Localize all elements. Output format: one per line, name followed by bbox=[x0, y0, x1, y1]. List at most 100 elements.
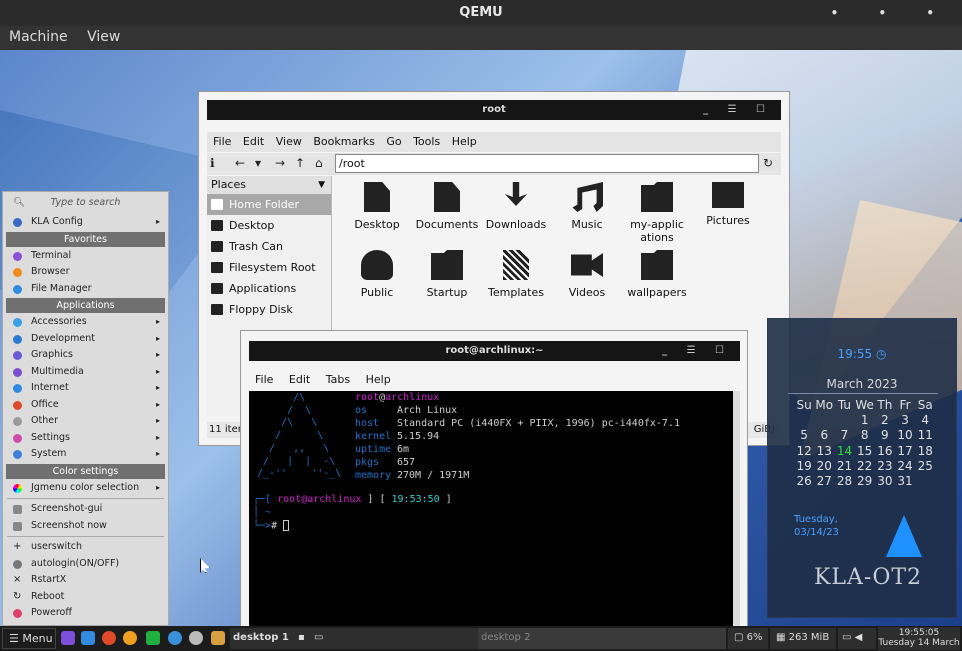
file-item[interactable]: Music bbox=[552, 182, 622, 231]
calendar-day[interactable]: 20 bbox=[814, 459, 834, 473]
menu-item-terminal[interactable]: Terminal bbox=[3, 248, 168, 265]
calendar-day[interactable]: 5 bbox=[794, 428, 814, 442]
calendar-day[interactable]: 4 bbox=[915, 413, 935, 427]
calendar-day[interactable]: 23 bbox=[875, 459, 895, 473]
terminal-output[interactable]: /\ / \ /\ \ / \ / ,, \ / | | -\ /_-'' ''… bbox=[249, 391, 733, 631]
term-menu-tabs[interactable]: Tabs bbox=[326, 373, 350, 386]
taskbar-clock[interactable]: 19:55:05 Tuesday 14 March bbox=[878, 627, 960, 650]
calendar-day[interactable]: 28 bbox=[834, 474, 854, 488]
calendar-day[interactable]: 27 bbox=[814, 474, 834, 488]
menu-item-office[interactable]: Office ▸ bbox=[3, 397, 168, 414]
file-manager-launcher-icon[interactable] bbox=[81, 631, 95, 645]
file-item[interactable]: Templates bbox=[481, 250, 551, 299]
file-item[interactable]: Public bbox=[342, 250, 412, 299]
window-controls[interactable]: • • • bbox=[831, 0, 952, 26]
calendar-day[interactable]: 17 bbox=[895, 444, 915, 458]
folder-task-icon[interactable]: ▪ bbox=[298, 632, 305, 643]
path-input[interactable]: /root bbox=[335, 154, 759, 173]
fm-menu-bookmarks[interactable]: Bookmarks bbox=[313, 135, 374, 148]
fm-menu-edit[interactable]: Edit bbox=[243, 135, 264, 148]
place-desktop[interactable]: Desktop bbox=[207, 215, 331, 236]
memory-indicator[interactable]: ▦ 263 MiB bbox=[770, 628, 836, 649]
fm-menu-tools[interactable]: Tools bbox=[413, 135, 440, 148]
menu-item-userswitch[interactable]: + userswitch bbox=[3, 539, 168, 556]
calendar-day[interactable]: 1 bbox=[855, 413, 875, 427]
calendar-day[interactable]: 10 bbox=[895, 428, 915, 442]
menu-search[interactable]: 🔍︎ Type to search bbox=[3, 192, 168, 214]
menu-item-autologin[interactable]: autologin(ON/OFF) bbox=[3, 556, 168, 573]
menu-item-reboot[interactable]: ↻ Reboot bbox=[3, 589, 168, 606]
fm-menu-go[interactable]: Go bbox=[386, 135, 401, 148]
archive-launcher-icon[interactable] bbox=[211, 631, 225, 645]
cpu-indicator[interactable]: ▢ 6% bbox=[728, 628, 768, 649]
calendar-day[interactable]: 11 bbox=[915, 428, 935, 442]
menu-item-browser[interactable]: Browser bbox=[3, 264, 168, 281]
calendar-day[interactable]: 12 bbox=[794, 444, 814, 458]
file-item[interactable]: Videos bbox=[552, 250, 622, 299]
calendar-day[interactable]: 14 bbox=[834, 444, 854, 458]
file-item[interactable]: Startup bbox=[412, 250, 482, 299]
term-menu-edit[interactable]: Edit bbox=[289, 373, 310, 386]
up-icon[interactable]: ↑ bbox=[295, 156, 305, 170]
menu-view[interactable]: View bbox=[87, 29, 120, 45]
menu-item-restartx[interactable]: × RstartX bbox=[3, 572, 168, 589]
menu-button[interactable]: ☰ Menu bbox=[2, 628, 56, 649]
calendar-day[interactable]: 13 bbox=[814, 444, 834, 458]
term-menu-file[interactable]: File bbox=[255, 373, 273, 386]
menu-item-screenshot-gui[interactable]: Screenshot-gui bbox=[3, 501, 168, 518]
calendar-day[interactable]: 16 bbox=[875, 444, 895, 458]
fm-titlebar[interactable]: root _ ☰ ☐ bbox=[207, 100, 781, 120]
terminal-launcher-icon[interactable] bbox=[61, 631, 75, 645]
calendar-day[interactable]: 7 bbox=[834, 428, 854, 442]
calendar-day[interactable]: 30 bbox=[875, 474, 895, 488]
calendar-day[interactable]: 2 bbox=[875, 413, 895, 427]
workspace-2[interactable]: desktop 2 bbox=[478, 628, 726, 649]
info-icon[interactable]: ℹ bbox=[210, 156, 215, 170]
terminal-titlebar[interactable]: root@archlinux:~ _ ☰ ☐ bbox=[249, 341, 740, 361]
notification-icon[interactable]: ▭ bbox=[842, 632, 851, 643]
app-launcher-icon[interactable] bbox=[189, 631, 203, 645]
menu-item-jgmenu-color[interactable]: Jgmenu color selection ▸ bbox=[3, 480, 168, 497]
calendar-day[interactable]: 18 bbox=[915, 444, 935, 458]
places-header[interactable]: Places ▼ bbox=[207, 176, 331, 194]
calendar-day[interactable]: 21 bbox=[834, 459, 854, 473]
place-trash[interactable]: Trash Can bbox=[207, 236, 331, 257]
chevron-down-icon[interactable]: ▼ bbox=[318, 176, 325, 194]
app-launcher-icon[interactable] bbox=[102, 631, 116, 645]
menu-item-poweroff[interactable]: Poweroff bbox=[3, 605, 168, 622]
calendar-day[interactable]: 19 bbox=[794, 459, 814, 473]
file-item[interactable]: Pictures bbox=[693, 182, 763, 227]
terminal-task-icon[interactable]: ▭ bbox=[314, 632, 323, 643]
menu-item-other[interactable]: Other ▸ bbox=[3, 413, 168, 430]
file-item[interactable]: wallpapers bbox=[622, 250, 692, 299]
terminal-window-controls[interactable]: _ ☰ ☐ bbox=[662, 341, 732, 361]
file-item[interactable]: my-applications bbox=[622, 182, 692, 244]
calendar-day[interactable]: 15 bbox=[855, 444, 875, 458]
chevron-down-icon[interactable]: ▾ bbox=[255, 156, 261, 170]
refresh-icon[interactable]: ↻ bbox=[763, 156, 773, 170]
back-icon[interactable]: ← bbox=[235, 156, 245, 170]
menu-item-graphics[interactable]: Graphics ▸ bbox=[3, 347, 168, 364]
file-item[interactable]: Desktop bbox=[342, 182, 412, 231]
menu-item-accessories[interactable]: Accessories ▸ bbox=[3, 314, 168, 331]
file-item[interactable]: Documents bbox=[412, 182, 482, 231]
place-floppy[interactable]: Floppy Disk bbox=[207, 299, 331, 320]
menu-item-screenshot-now[interactable]: Screenshot now bbox=[3, 518, 168, 535]
calendar-day[interactable]: 31 bbox=[895, 474, 915, 488]
file-item[interactable]: Downloads bbox=[481, 182, 551, 231]
menu-item-system[interactable]: System ▸ bbox=[3, 446, 168, 463]
menu-item-internet[interactable]: Internet ▸ bbox=[3, 380, 168, 397]
fm-menu-help[interactable]: Help bbox=[452, 135, 477, 148]
menu-item-development[interactable]: Development ▸ bbox=[3, 331, 168, 348]
fm-menu-file[interactable]: File bbox=[213, 135, 231, 148]
calendar-day[interactable]: 9 bbox=[875, 428, 895, 442]
place-applications[interactable]: Applications bbox=[207, 278, 331, 299]
menu-item-kla-config[interactable]: KLA Config ▸ bbox=[3, 214, 168, 231]
calendar-day[interactable]: 24 bbox=[895, 459, 915, 473]
menu-item-file-manager[interactable]: File Manager bbox=[3, 281, 168, 298]
place-root[interactable]: Filesystem Root bbox=[207, 257, 331, 278]
term-menu-help[interactable]: Help bbox=[366, 373, 391, 386]
settings-launcher-icon[interactable] bbox=[168, 631, 182, 645]
calendar-day[interactable]: 29 bbox=[855, 474, 875, 488]
home-icon[interactable]: ⌂ bbox=[315, 156, 323, 170]
